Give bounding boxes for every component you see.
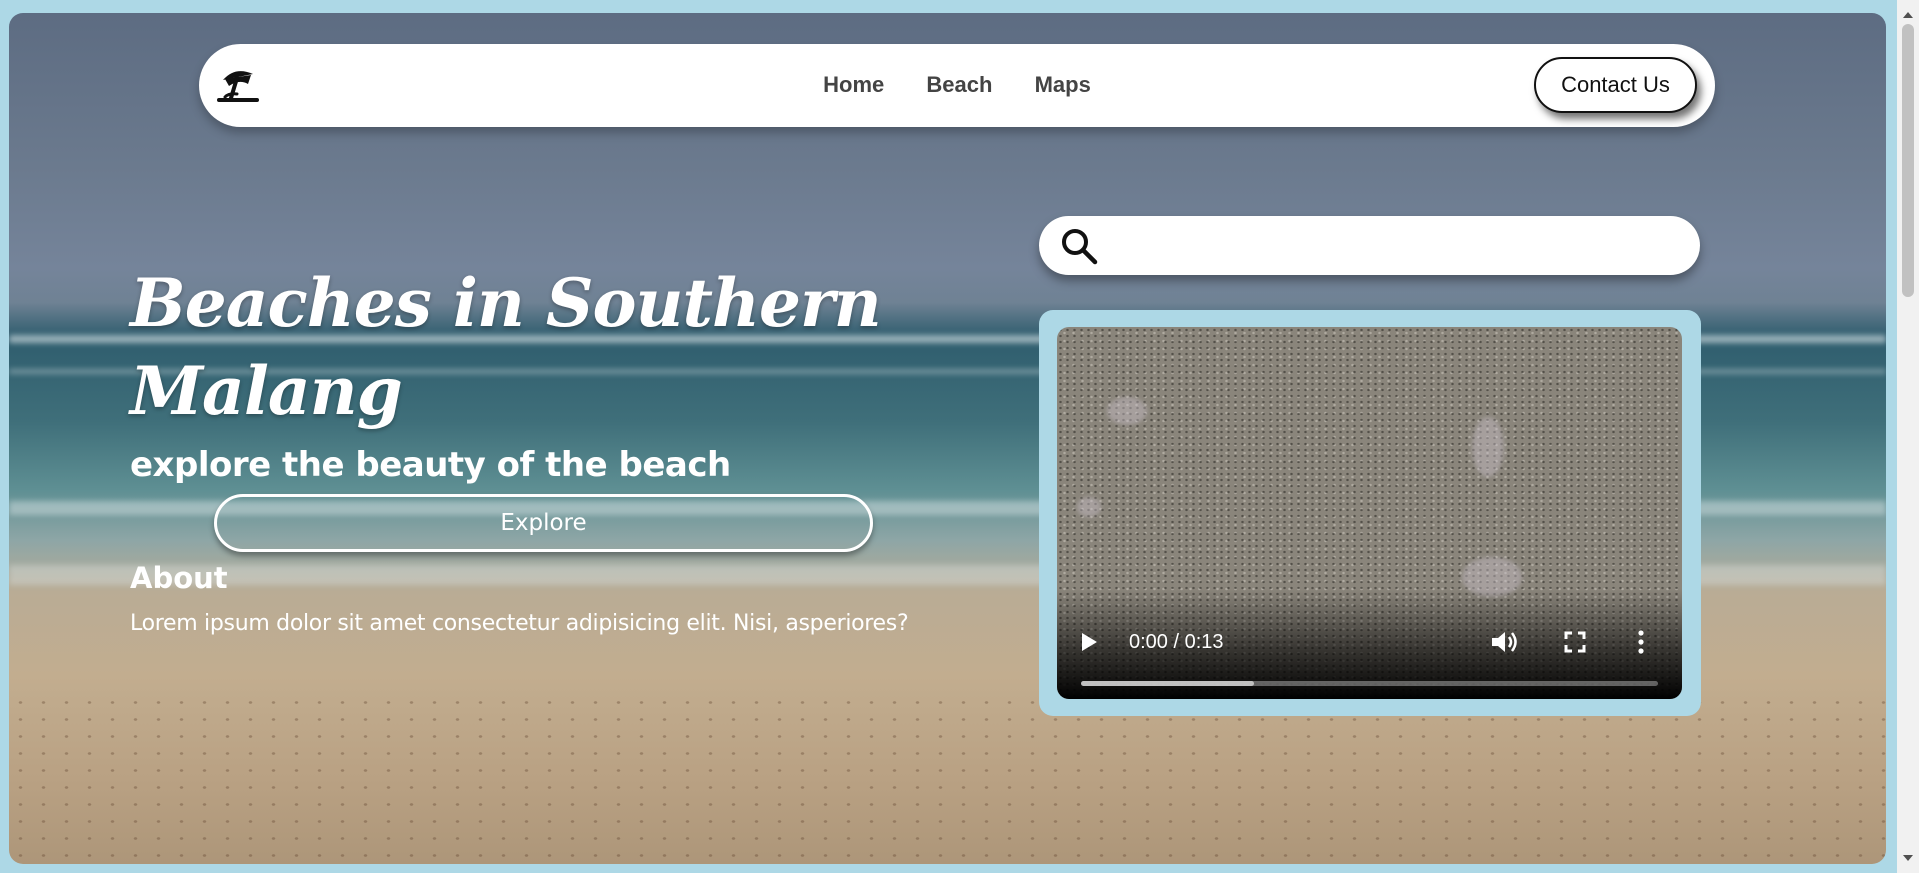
scroll-thumb[interactable] xyxy=(1902,24,1914,297)
search-box xyxy=(1039,216,1700,275)
video-frame-detail xyxy=(1077,497,1101,517)
video-card: 0:00 / 0:13 xyxy=(1039,310,1701,716)
video-controls: 0:00 / 0:13 xyxy=(1057,589,1682,699)
nav-link-beach[interactable]: Beach xyxy=(926,72,992,97)
about-heading: About xyxy=(130,561,228,595)
hero-subtitle: explore the beauty of the beach xyxy=(130,445,731,485)
fullscreen-icon[interactable] xyxy=(1564,631,1586,653)
hero-title: Beaches in Southern Malang xyxy=(130,264,882,430)
scroll-down-arrow[interactable] xyxy=(1903,855,1913,861)
navbar: Home Beach Maps Contact Us xyxy=(199,44,1715,127)
more-options-icon[interactable] xyxy=(1637,629,1645,655)
hero-background: Home Beach Maps Contact Us Beaches in So… xyxy=(9,13,1886,864)
search-icon[interactable] xyxy=(1059,226,1099,266)
page-scrollbar[interactable] xyxy=(1897,0,1919,873)
contact-us-button[interactable]: Contact Us xyxy=(1534,57,1697,113)
about-text: Lorem ipsum dolor sit amet consectetur a… xyxy=(130,611,909,636)
video-frame-detail xyxy=(1472,417,1504,477)
video-buffer-fill xyxy=(1081,681,1255,686)
nav-links: Home Beach Maps xyxy=(199,72,1715,98)
nav-link-home[interactable]: Home xyxy=(823,72,884,97)
beach-video[interactable]: 0:00 / 0:13 xyxy=(1057,327,1682,699)
nav-link-maps[interactable]: Maps xyxy=(1035,72,1091,97)
sand-texture xyxy=(9,694,1886,864)
explore-button[interactable]: Explore xyxy=(214,494,873,552)
video-time: 0:00 / 0:13 xyxy=(1129,631,1224,653)
video-progress-bar[interactable] xyxy=(1081,681,1658,686)
search-input[interactable] xyxy=(1113,226,1677,266)
play-icon[interactable] xyxy=(1079,631,1099,653)
volume-icon[interactable] xyxy=(1490,629,1518,655)
scroll-up-arrow[interactable] xyxy=(1903,12,1913,18)
video-frame-detail xyxy=(1107,397,1147,425)
